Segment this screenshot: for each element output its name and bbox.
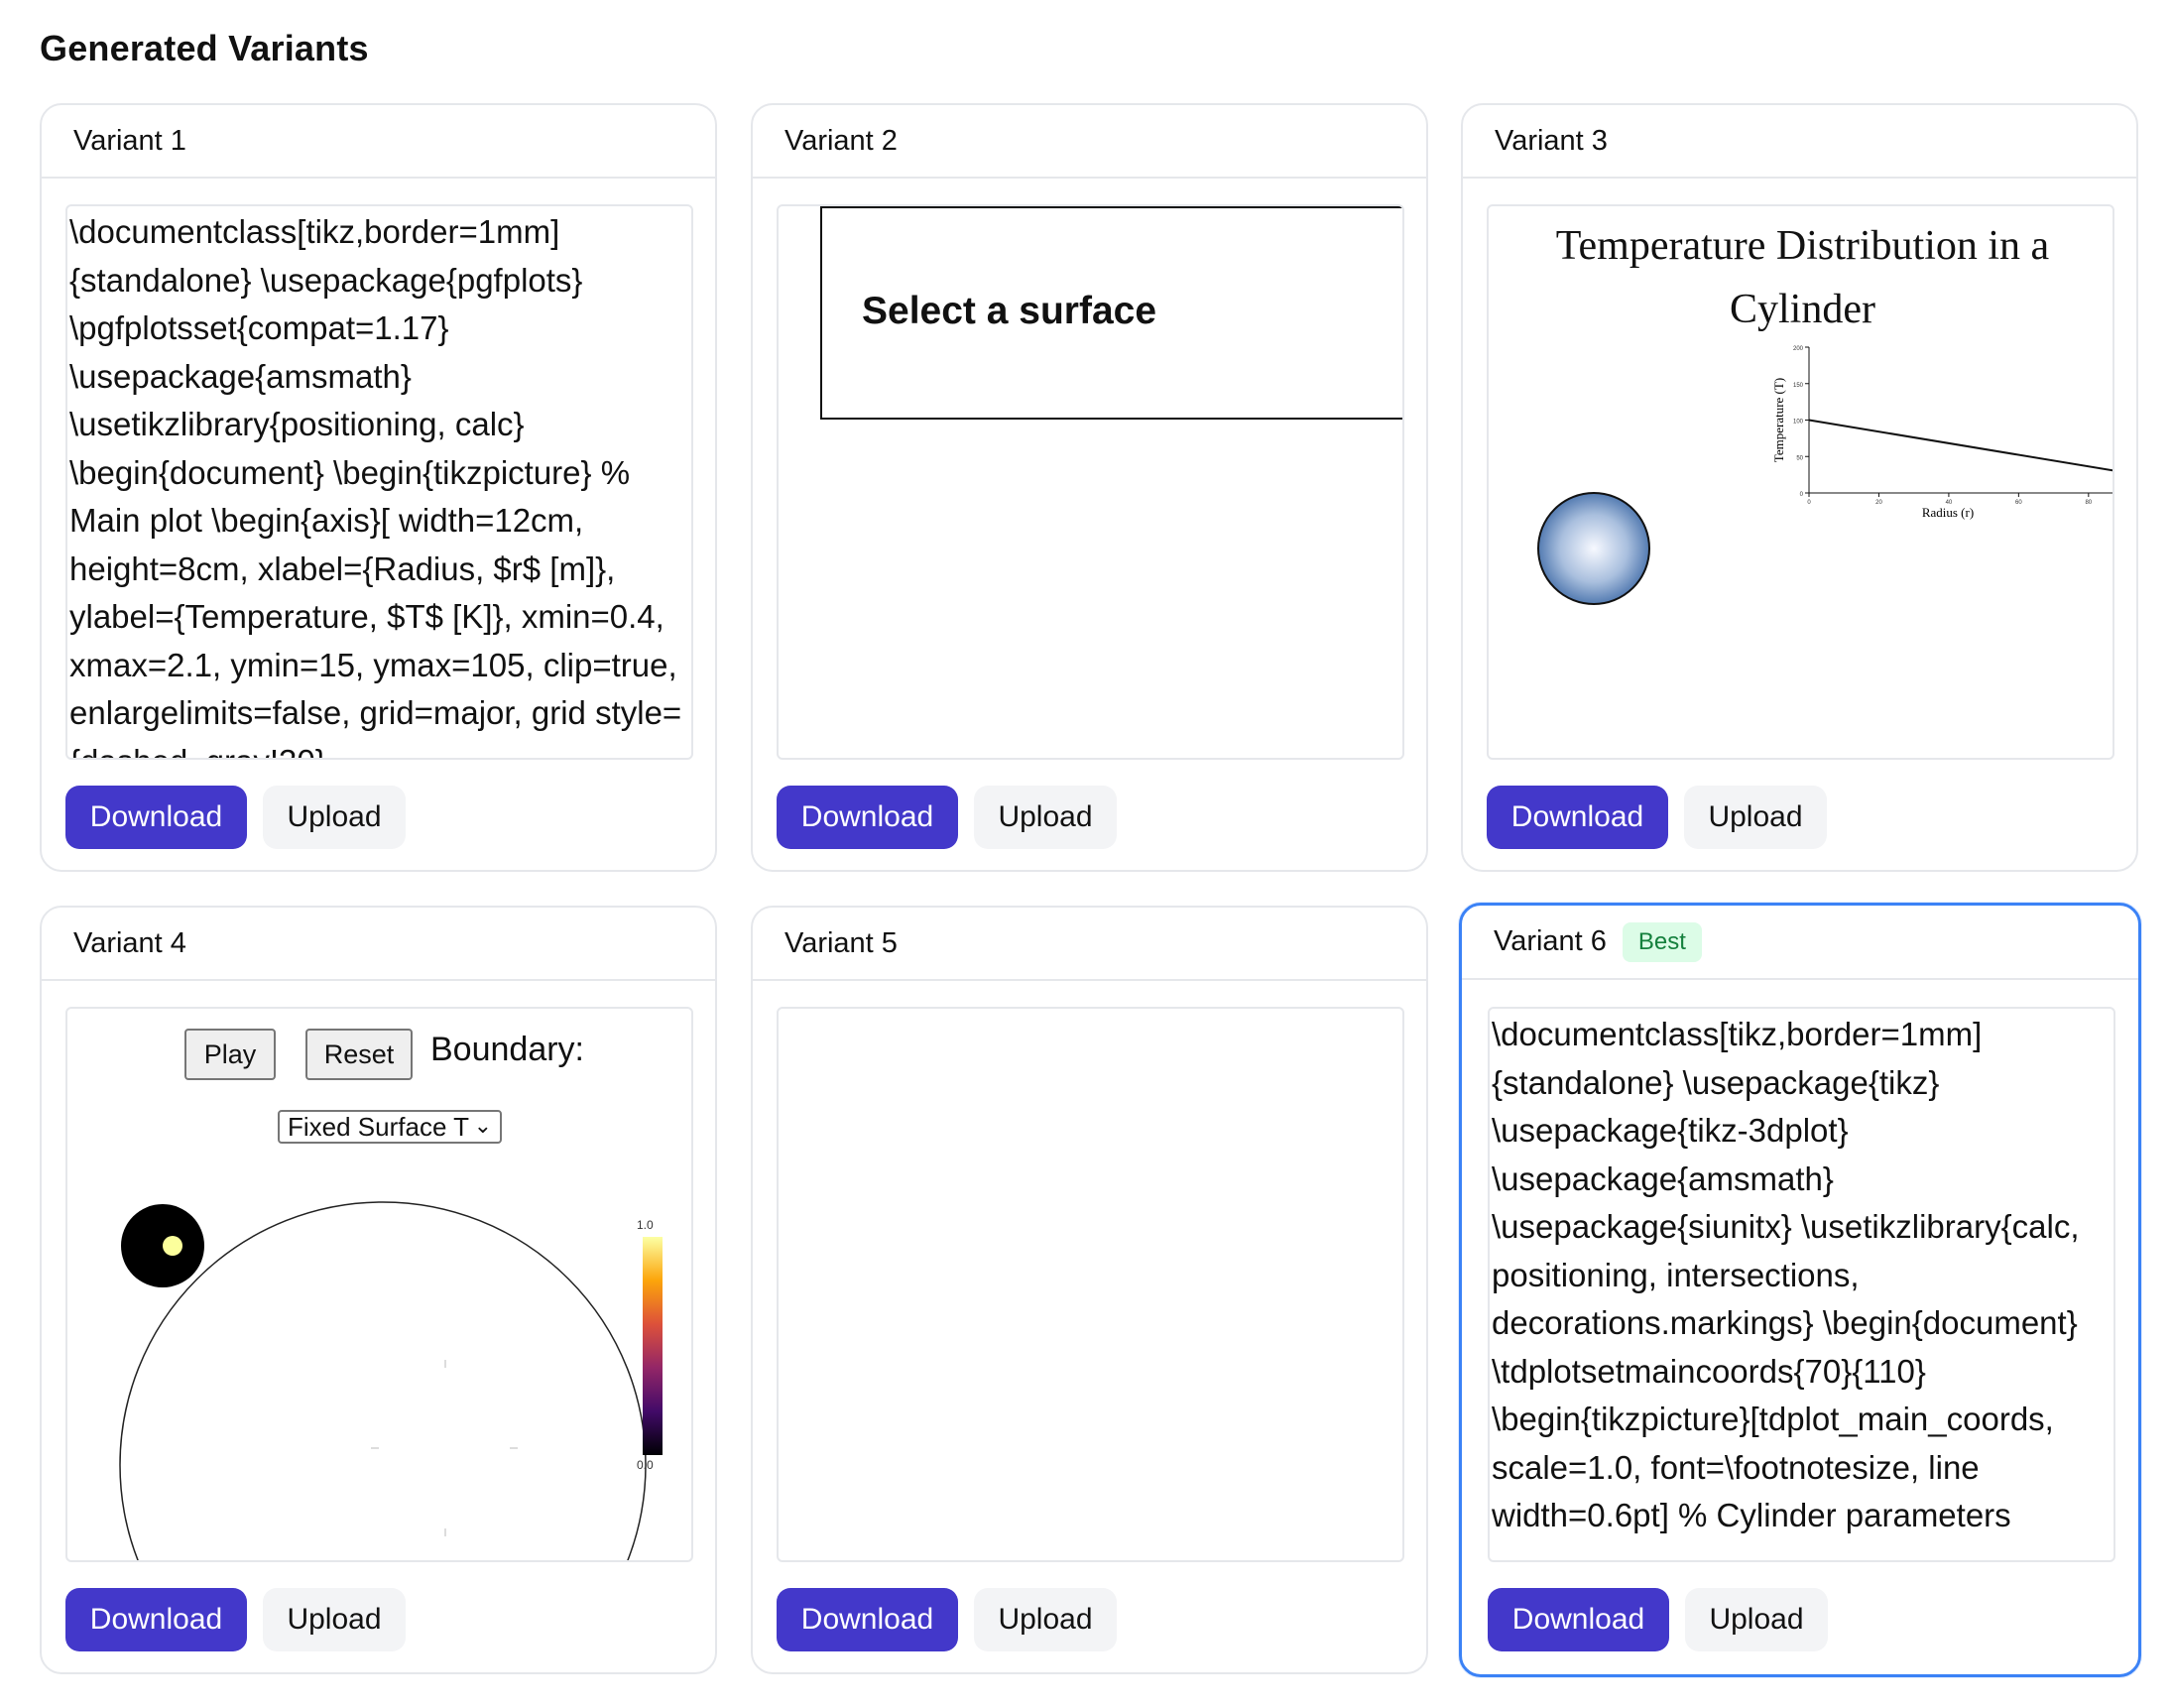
variant-title: Variant 3 (1495, 124, 1608, 157)
tikz-code: \documentclass[tikz,border=1mm]{standalo… (69, 213, 682, 758)
download-button[interactable]: Download (777, 786, 958, 849)
colorbar (643, 1237, 663, 1455)
temperature-line (1808, 419, 2112, 472)
card-header: Variant 4 (42, 908, 715, 981)
download-button[interactable]: Download (1488, 1588, 1669, 1651)
x-axis-label: Radius (r) (1922, 505, 1974, 520)
upload-button[interactable]: Upload (1684, 786, 1827, 849)
surface-panel[interactable]: Select a surface (820, 206, 1402, 420)
y-tick-label: 50 (1796, 455, 1803, 461)
hot-spot (163, 1236, 182, 1256)
heat-simulation: 1.0 0.0 (119, 1201, 663, 1560)
variant-title: Variant 2 (784, 124, 898, 157)
card-header: Variant 1 (42, 105, 715, 179)
page-title: Generated Variants (40, 28, 369, 68)
render-preview: Play Reset Boundary: Fixed Surface T ⌄ 1… (65, 1007, 693, 1562)
upload-button[interactable]: Upload (263, 786, 406, 849)
upload-button[interactable]: Upload (974, 786, 1117, 849)
axis-crosshair (371, 1360, 518, 1536)
download-button[interactable]: Download (1487, 786, 1668, 849)
y-tick-label: 0 (1800, 492, 1804, 498)
variant-title: Variant 1 (73, 124, 186, 157)
variant-card-4: Variant 4 Play Reset Boundary: Fixed Sur… (40, 906, 717, 1674)
code-preview[interactable]: \documentclass[tikz,border=1mm]{standalo… (65, 204, 693, 760)
y-axis-label: Temperature (T) (1771, 378, 1786, 462)
y-tick-label: 100 (1793, 420, 1804, 426)
download-button[interactable]: Download (777, 1588, 958, 1651)
chart-series (1808, 419, 2112, 472)
y-tick-label: 150 (1793, 383, 1804, 389)
y-tick-label: 200 (1793, 346, 1804, 352)
variant-card-5: Variant 5 Download Upload (751, 906, 1428, 1674)
render-preview (777, 1007, 1404, 1562)
surface-prompt: Select a surface (862, 290, 1157, 332)
variant-title: Variant 6 (1494, 925, 1607, 957)
colorbar-min-label: 0.0 (637, 1458, 654, 1472)
variant-card-1: Variant 1 \documentclass[tikz,border=1mm… (40, 103, 717, 872)
x-tick-label: 60 (2015, 500, 2022, 506)
card-header: Variant 5 (753, 908, 1426, 981)
cylinder-cross-section (1537, 492, 1650, 605)
render-preview: Select a surface (777, 204, 1404, 760)
x-tick-label: 80 (2085, 500, 2092, 506)
card-header: Variant 3 (1463, 105, 2136, 179)
cylinder-chart: 0501001502000 20 40 60 80 Radius (r) Tempera… (1537, 346, 2112, 605)
upload-button[interactable]: Upload (1685, 1588, 1828, 1651)
variant-card-3: Variant 3 Temperature Distribution in a … (1461, 103, 2138, 872)
tikz-code: \documentclass[tikz,border=1mm]{standalo… (1492, 1016, 2080, 1533)
variant-card-6: Variant 6 Best \documentclass[tikz,borde… (1459, 903, 2141, 1677)
x-tick-label: 20 (1875, 500, 1882, 506)
variant-card-2: Variant 2 Select a surface Download Uplo… (751, 103, 1428, 872)
best-badge: Best (1622, 921, 1702, 962)
variant-title: Variant 4 (73, 926, 186, 959)
x-tick-label: 0 (1807, 500, 1811, 506)
card-header: Variant 6 Best (1462, 906, 2138, 980)
upload-button[interactable]: Upload (974, 1588, 1117, 1651)
card-header: Variant 2 (753, 105, 1426, 179)
colorbar-max-label: 1.0 (637, 1218, 654, 1232)
variant-title: Variant 5 (784, 926, 898, 959)
download-button[interactable]: Download (65, 786, 247, 849)
upload-button[interactable]: Upload (263, 1588, 406, 1651)
download-button[interactable]: Download (65, 1588, 247, 1651)
render-preview: Temperature Distribution in a Cylinder 0… (1487, 204, 2114, 760)
code-preview[interactable]: \documentclass[tikz,border=1mm]{standalo… (1488, 1007, 2115, 1562)
